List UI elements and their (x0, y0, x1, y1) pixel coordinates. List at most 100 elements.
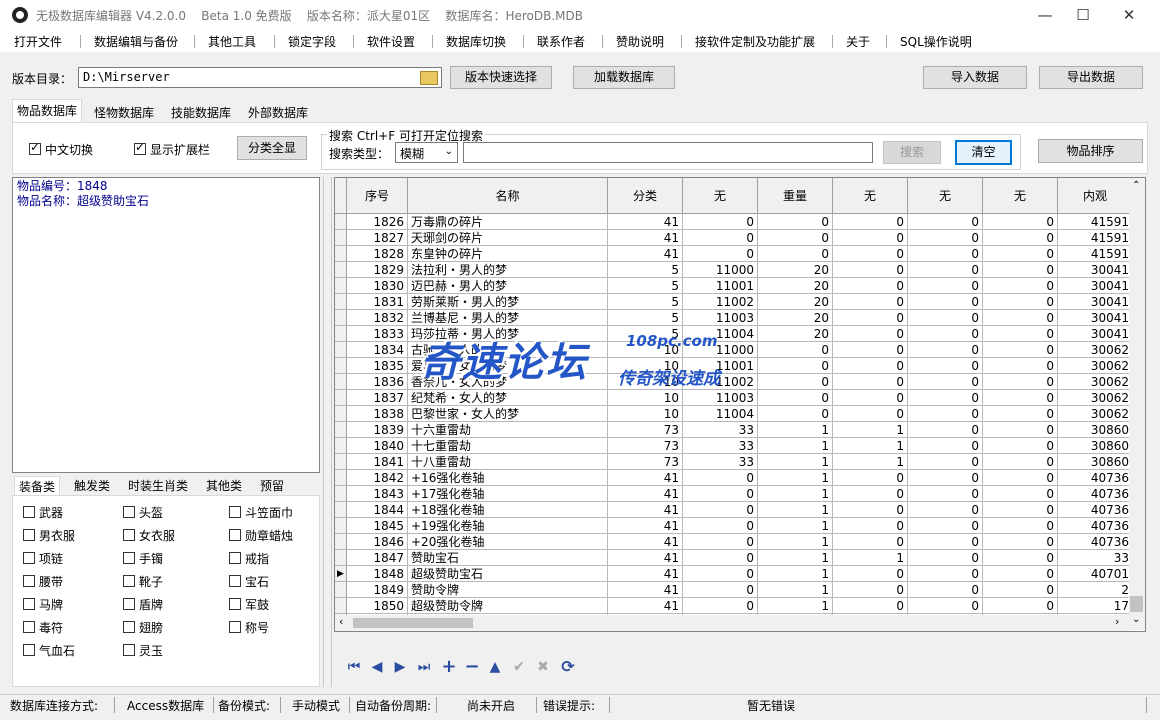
menu-lock-fields[interactable]: 锁定字段 (288, 33, 336, 50)
cell-none3[interactable]: 0 (908, 310, 983, 326)
cell-none3[interactable]: 0 (908, 438, 983, 454)
cell-none3[interactable]: 0 (908, 406, 983, 422)
cell-none3[interactable]: 0 (908, 598, 983, 614)
cell-id[interactable]: 1836 (347, 374, 408, 390)
row-indicator[interactable] (335, 534, 347, 550)
cell-none2[interactable]: 0 (833, 230, 908, 246)
cell-look[interactable]: 30062 (1058, 390, 1133, 406)
menu-software-settings[interactable]: 软件设置 (367, 33, 415, 50)
row-indicator[interactable] (335, 294, 347, 310)
cell-name[interactable]: 赞助令牌 (408, 582, 608, 598)
cell-look[interactable]: 30860 (1058, 438, 1133, 454)
menu-db-switch[interactable]: 数据库切换 (446, 33, 506, 50)
cell-none4[interactable]: 0 (983, 246, 1058, 262)
cell-name[interactable]: +19强化卷轴 (408, 518, 608, 534)
cell-look[interactable]: 30041 (1058, 310, 1133, 326)
cell-none1[interactable]: 11004 (683, 326, 758, 342)
item-sort-button[interactable]: 物品排序 (1038, 139, 1143, 163)
cell-category[interactable]: 41 (608, 598, 683, 614)
tab-reserved[interactable]: 预留 (256, 476, 288, 496)
cell-none1[interactable]: 0 (683, 550, 758, 566)
cell-id[interactable]: 1829 (347, 262, 408, 278)
cell-none3[interactable]: 0 (908, 326, 983, 342)
cell-id[interactable]: 1828 (347, 246, 408, 262)
scroll-right-icon[interactable]: › (1115, 615, 1119, 628)
category-checkbox[interactable] (23, 598, 35, 610)
cell-id[interactable]: 1827 (347, 230, 408, 246)
cell-name[interactable]: +16强化卷轴 (408, 470, 608, 486)
table-row[interactable]: 1836 香奈儿・女人的梦 10 11002 0 0 0 0 30062 (335, 374, 1135, 390)
table-row[interactable]: 1832 兰博基尼・男人的梦 5 11003 20 0 0 0 30041 (335, 310, 1135, 326)
splitter[interactable] (323, 177, 332, 687)
category-item[interactable]: 项链 (23, 550, 63, 567)
cell-weight[interactable]: 1 (758, 598, 833, 614)
cell-look[interactable]: 30041 (1058, 278, 1133, 294)
cell-none3[interactable]: 0 (908, 550, 983, 566)
table-row[interactable]: 1831 劳斯莱斯・男人的梦 5 11002 20 0 0 0 30041 (335, 294, 1135, 310)
cell-none4[interactable]: 0 (983, 502, 1058, 518)
cell-id[interactable]: 1838 (347, 406, 408, 422)
cell-none1[interactable]: 11001 (683, 278, 758, 294)
import-data-button[interactable]: 导入数据 (923, 66, 1027, 89)
row-indicator[interactable] (335, 502, 347, 518)
refresh-icon[interactable]: ⟳ (558, 652, 578, 682)
column-header-name[interactable]: 名称 (408, 178, 608, 214)
cell-category[interactable]: 41 (608, 470, 683, 486)
cell-id[interactable]: 1839 (347, 422, 408, 438)
cell-none2[interactable]: 0 (833, 598, 908, 614)
cell-category[interactable]: 10 (608, 374, 683, 390)
cell-name[interactable]: 赞助宝石 (408, 550, 608, 566)
category-item[interactable]: 靴子 (123, 573, 163, 590)
category-item[interactable]: 男衣服 (23, 527, 75, 544)
row-indicator[interactable] (335, 310, 347, 326)
cell-id[interactable]: 1840 (347, 438, 408, 454)
version-dir-input[interactable]: D:\Mirserver (78, 67, 442, 88)
cell-none2[interactable]: 0 (833, 582, 908, 598)
cell-none1[interactable]: 0 (683, 486, 758, 502)
cell-none4[interactable]: 0 (983, 342, 1058, 358)
cell-none4[interactable]: 0 (983, 438, 1058, 454)
cell-id[interactable]: 1826 (347, 214, 408, 230)
cell-none1[interactable]: 11000 (683, 262, 758, 278)
row-indicator[interactable] (335, 550, 347, 566)
cell-category[interactable]: 41 (608, 566, 683, 582)
cell-none1[interactable]: 33 (683, 438, 758, 454)
cell-none4[interactable]: 0 (983, 454, 1058, 470)
cell-category[interactable]: 5 (608, 310, 683, 326)
cell-name[interactable]: 爱马仕・女人的梦 (408, 358, 608, 374)
column-header-id[interactable]: 序号 (347, 178, 408, 214)
category-checkbox[interactable] (229, 506, 241, 518)
cell-id[interactable]: 1833 (347, 326, 408, 342)
cell-id[interactable]: 1847 (347, 550, 408, 566)
table-row[interactable]: 1842 +16强化卷轴 41 0 1 0 0 0 40736 (335, 470, 1135, 486)
cell-name[interactable]: 劳斯莱斯・男人的梦 (408, 294, 608, 310)
cell-weight[interactable]: 0 (758, 246, 833, 262)
cell-weight[interactable]: 20 (758, 326, 833, 342)
cell-look[interactable]: 40736 (1058, 534, 1133, 550)
cell-id[interactable]: 1844 (347, 502, 408, 518)
table-row[interactable]: 1839 十六重雷劫 73 33 1 1 0 0 30860 (335, 422, 1135, 438)
cell-category[interactable]: 10 (608, 342, 683, 358)
cell-weight[interactable]: 1 (758, 550, 833, 566)
cell-none3[interactable]: 0 (908, 390, 983, 406)
row-indicator[interactable] (335, 326, 347, 342)
row-indicator[interactable] (335, 358, 347, 374)
cell-id[interactable]: 1848 (347, 566, 408, 582)
table-row[interactable]: ▶ 1848 超级赞助宝石 41 0 1 0 0 0 40701 (335, 566, 1135, 582)
cell-none2[interactable]: 0 (833, 534, 908, 550)
cell-none2[interactable]: 0 (833, 310, 908, 326)
category-checkbox[interactable] (229, 529, 241, 541)
category-item[interactable]: 手镯 (123, 550, 163, 567)
row-indicator[interactable] (335, 486, 347, 502)
cell-none1[interactable]: 0 (683, 246, 758, 262)
cell-weight[interactable]: 1 (758, 566, 833, 582)
cell-look[interactable]: 40736 (1058, 486, 1133, 502)
category-checkbox[interactable] (229, 575, 241, 587)
cell-name[interactable]: +18强化卷轴 (408, 502, 608, 518)
category-checkbox[interactable] (23, 575, 35, 587)
cell-none2[interactable]: 0 (833, 518, 908, 534)
cell-none1[interactable]: 0 (683, 518, 758, 534)
row-indicator[interactable] (335, 438, 347, 454)
cell-look[interactable]: 30860 (1058, 454, 1133, 470)
cell-look[interactable]: 41591 (1058, 246, 1133, 262)
